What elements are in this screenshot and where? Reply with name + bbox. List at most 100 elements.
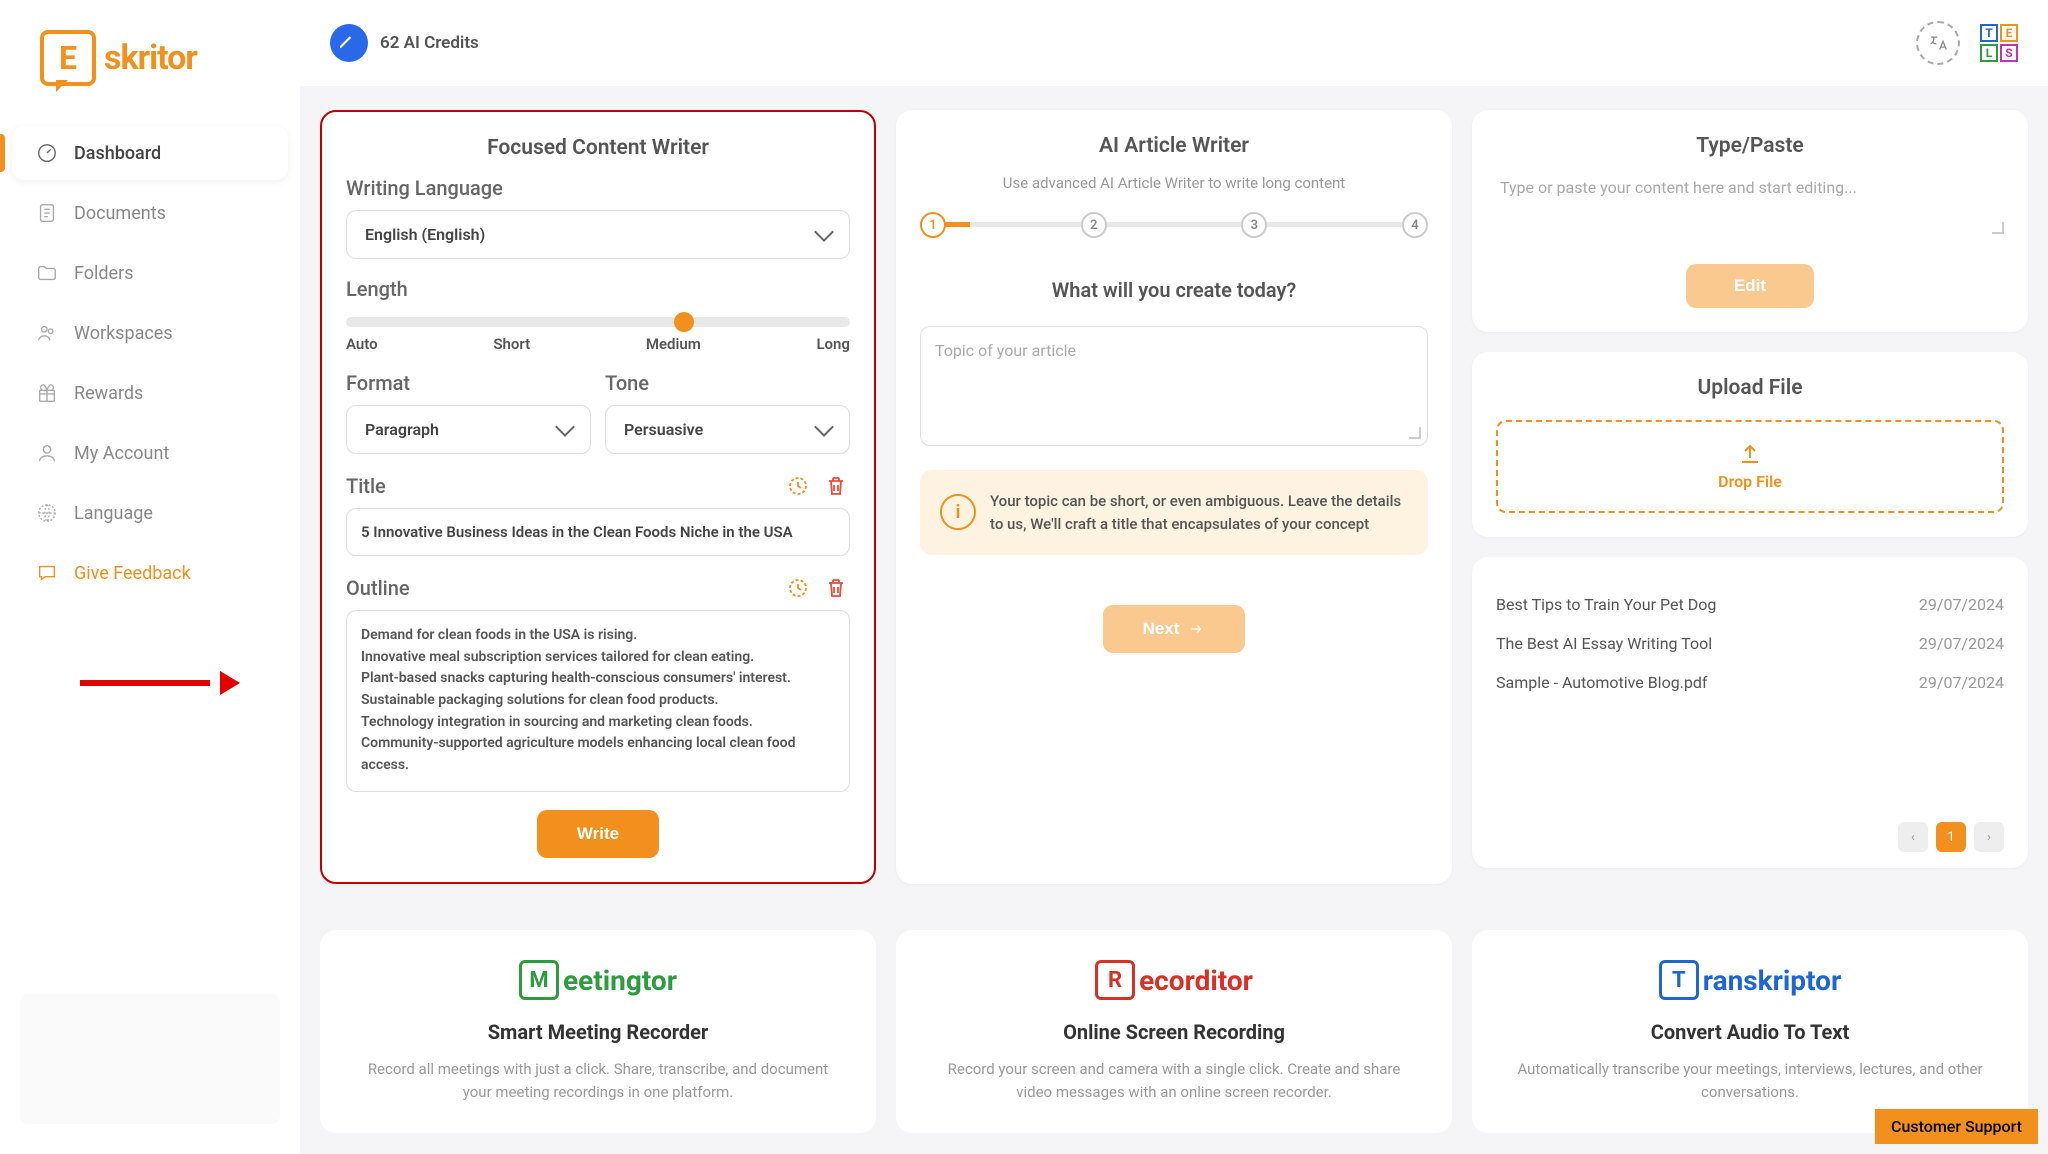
doc-date: 29/07/2024 (1919, 634, 2004, 653)
drop-zone[interactable]: Drop File (1496, 420, 2004, 513)
sidebar-item-label: Dashboard (74, 143, 161, 164)
promo-desc: Record your screen and camera with a sin… (936, 1058, 1412, 1103)
write-button[interactable]: Write (537, 810, 659, 858)
step-3[interactable]: 3 (1241, 212, 1267, 238)
doc-row[interactable]: Sample - Automotive Blog.pdf 29/07/2024 (1496, 663, 2004, 702)
card-subtitle: Use advanced AI Article Writer to write … (920, 174, 1428, 192)
doc-name: Best Tips to Train Your Pet Dog (1496, 595, 1716, 614)
magic-icon (330, 24, 368, 62)
sidebar-item-documents[interactable]: Documents (12, 186, 288, 240)
sidebar-item-account[interactable]: My Account (12, 426, 288, 480)
sidebar-item-label: Give Feedback (74, 563, 191, 584)
apps-grid-icon[interactable]: T E L S (1980, 24, 2018, 62)
pager-page[interactable]: 1 (1936, 822, 1966, 852)
doc-row[interactable]: The Best AI Essay Writing Tool 29/07/2024 (1496, 624, 2004, 663)
user-icon (36, 442, 58, 464)
focused-writer-card: Focused Content Writer Writing Language … (320, 110, 876, 884)
topic-input[interactable]: Topic of your article (920, 326, 1428, 446)
doc-row[interactable]: Best Tips to Train Your Pet Dog 29/07/202… (1496, 585, 2004, 624)
sidebar-item-label: Workspaces (74, 323, 173, 344)
info-icon: i (940, 494, 976, 530)
outline-input[interactable]: Demand for clean foods in the USA is ris… (346, 610, 850, 792)
chat-icon (36, 562, 58, 584)
sidebar-item-label: Documents (74, 203, 166, 224)
gift-icon (36, 382, 58, 404)
promo-logo: M.x{}eetingtor (360, 960, 836, 1000)
regenerate-outline-button[interactable] (784, 574, 812, 602)
promo-logo: R.x{}ecorditor (936, 960, 1412, 1000)
title-input[interactable]: 5 Innovative Business Ideas in the Clean… (346, 508, 850, 556)
promo-desc: Record all meetings with just a click. S… (360, 1058, 836, 1103)
pager-next[interactable]: › (1974, 822, 2004, 852)
users-icon (36, 322, 58, 344)
step-4[interactable]: 4 (1402, 212, 1428, 238)
chevron-down-icon (814, 417, 834, 437)
sidebar-item-label: Language (74, 503, 153, 524)
edit-button[interactable]: Edit (1686, 264, 1814, 308)
length-label: Length (346, 277, 850, 301)
doc-name: Sample - Automotive Blog.pdf (1496, 673, 1707, 692)
customer-support-button[interactable]: Customer Support (1875, 1109, 2038, 1144)
sidebar-item-rewards[interactable]: Rewards (12, 366, 288, 420)
sidebar-item-label: My Account (74, 443, 169, 464)
tone-select[interactable]: Persuasive (605, 405, 850, 454)
sidebar-item-language[interactable]: Language (12, 486, 288, 540)
delete-title-button[interactable] (822, 472, 850, 500)
chevron-down-icon (814, 222, 834, 242)
gauge-icon (36, 142, 58, 164)
prompt-label: What will you create today? (920, 278, 1428, 302)
sidebar-item-folders[interactable]: Folders (12, 246, 288, 300)
paste-input[interactable]: Type or paste your content here and star… (1496, 174, 2004, 234)
card-title: Focused Content Writer (346, 136, 850, 160)
promo-card[interactable]: T.x{}ranskriptor Convert Audio To Text Aut… (1472, 930, 2028, 1133)
globe-icon (36, 502, 58, 524)
promo-title: Smart Meeting Recorder (360, 1020, 836, 1044)
title-label: Title (346, 474, 386, 498)
language-label: Writing Language (346, 176, 850, 200)
stepper: 1 2 3 4 (920, 212, 1428, 238)
doc-name: The Best AI Essay Writing Tool (1496, 634, 1712, 653)
annotation-arrow (80, 680, 240, 700)
format-label: Format (346, 371, 591, 395)
doc-date: 29/07/2024 (1919, 673, 2004, 692)
promo-title: Online Screen Recording (936, 1020, 1412, 1044)
upload-file-card: Upload File Drop File (1472, 352, 2028, 537)
delete-outline-button[interactable] (822, 574, 850, 602)
promo-desc: Automatically transcribe your meetings, … (1512, 1058, 1988, 1103)
promo-logo: T.x{}ranskriptor (1512, 960, 1988, 1000)
hint-box: i Your topic can be short, or even ambig… (920, 470, 1428, 555)
length-slider[interactable] (346, 317, 850, 327)
format-select[interactable]: Paragraph (346, 405, 591, 454)
slider-labels: Auto Short Medium Long (346, 335, 850, 353)
promo-title: Convert Audio To Text (1512, 1020, 1988, 1044)
outline-label: Outline (346, 576, 410, 600)
pager-prev[interactable]: ‹ (1898, 822, 1928, 852)
sidebar-item-feedback[interactable]: Give Feedback (12, 546, 288, 600)
folder-icon (36, 262, 58, 284)
step-1[interactable]: 1 (920, 212, 946, 238)
translate-icon[interactable] (1916, 21, 1960, 65)
recent-docs-card: Best Tips to Train Your Pet Dog 29/07/202… (1472, 557, 2028, 868)
logo[interactable]: E skritor (0, 20, 300, 116)
sidebar-item-workspaces[interactable]: Workspaces (12, 306, 288, 360)
sidebar-item-label: Rewards (74, 383, 143, 404)
credits-pill[interactable]: 62 AI Credits (330, 24, 479, 62)
language-select[interactable]: English (English) (346, 210, 850, 259)
pager: ‹ 1 › (1496, 822, 2004, 852)
promo-card[interactable]: M.x{}eetingtor Smart Meeting Recorder Reco… (320, 930, 876, 1133)
card-title: Type/Paste (1496, 134, 2004, 158)
card-title: AI Article Writer (920, 134, 1428, 158)
regenerate-title-button[interactable] (784, 472, 812, 500)
sidebar-footer-placeholder (20, 994, 280, 1124)
document-icon (36, 202, 58, 224)
card-title: Upload File (1496, 376, 2004, 400)
tone-label: Tone (605, 371, 850, 395)
upload-icon (1738, 442, 1762, 466)
promo-card[interactable]: R.x{}ecorditor Online Screen Recording Rec… (896, 930, 1452, 1133)
doc-date: 29/07/2024 (1919, 595, 2004, 614)
next-button[interactable]: Next (1103, 605, 1246, 653)
step-2[interactable]: 2 (1081, 212, 1107, 238)
sidebar-item-label: Folders (74, 263, 134, 284)
slider-thumb[interactable] (674, 312, 694, 332)
sidebar-item-dashboard[interactable]: Dashboard (12, 126, 288, 180)
